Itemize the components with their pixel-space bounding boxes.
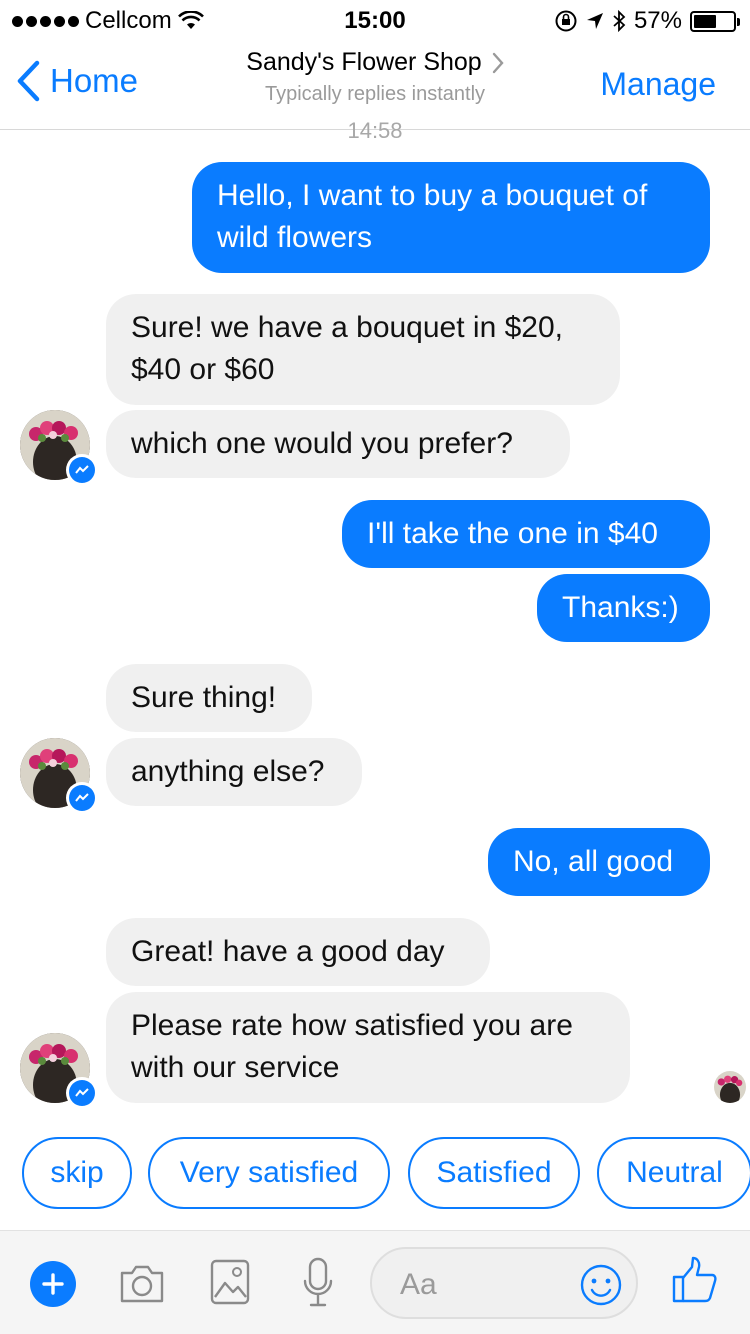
- quick-reply-very-satisfied[interactable]: Very satisfied: [148, 1137, 390, 1209]
- chevron-right-icon: [492, 52, 504, 73]
- page-title: Sandy's Flower Shop: [246, 48, 504, 77]
- manage-button[interactable]: Manage: [600, 66, 716, 103]
- battery-icon: [690, 10, 740, 32]
- message-input[interactable]: Aa: [370, 1247, 638, 1319]
- status-bar: Cellcom 15:00 57%: [0, 0, 750, 40]
- message-outgoing[interactable]: I'll take the one in $40: [342, 500, 710, 568]
- message-incoming[interactable]: Great! have a good day: [106, 918, 490, 986]
- plus-icon[interactable]: [30, 1261, 76, 1307]
- read-receipt-photo: [714, 1071, 746, 1103]
- message-incoming[interactable]: which one would you prefer?: [106, 410, 570, 478]
- quick-reply-skip[interactable]: skip: [22, 1137, 132, 1209]
- messenger-badge-icon: [66, 782, 98, 814]
- message-incoming[interactable]: Please rate how satisfied you are with o…: [106, 992, 630, 1103]
- rotation-lock-icon: [555, 10, 577, 32]
- composer-bar: Aa: [0, 1230, 750, 1334]
- message-outgoing[interactable]: Hello, I want to buy a bouquet of wild f…: [192, 162, 710, 273]
- battery-percent: 57%: [633, 7, 682, 34]
- message-incoming[interactable]: anything else?: [106, 738, 362, 806]
- message-outgoing[interactable]: Thanks:): [537, 574, 710, 642]
- message-incoming[interactable]: Sure thing!: [106, 664, 312, 732]
- status-right: 57%: [554, 7, 740, 35]
- avatar[interactable]: [20, 410, 98, 486]
- avatar[interactable]: [20, 738, 98, 814]
- messenger-badge-icon: [66, 1077, 98, 1109]
- messenger-badge-icon: [66, 454, 98, 486]
- location-arrow-icon: [586, 13, 603, 29]
- timestamp: 14:58: [347, 118, 403, 143]
- read-receipt-avatar: [714, 1071, 746, 1103]
- microphone-icon[interactable]: [302, 1257, 334, 1309]
- message-input-placeholder: Aa: [400, 1268, 437, 1301]
- image-icon[interactable]: [210, 1259, 250, 1305]
- avatar[interactable]: [20, 1033, 98, 1109]
- nav-bar: Home Sandy's Flower Shop Typically repli…: [0, 40, 750, 130]
- bluetooth-icon: [613, 9, 626, 33]
- shop-name: Sandy's Flower Shop: [246, 48, 482, 76]
- emoji-icon[interactable]: [580, 1264, 622, 1306]
- quick-replies: skip Very satisfied Satisfied Neutral: [22, 1137, 750, 1209]
- quick-reply-neutral[interactable]: Neutral: [597, 1137, 750, 1209]
- message-incoming[interactable]: Sure! we have a bouquet in $20, $40 or $…: [106, 294, 620, 405]
- message-outgoing[interactable]: No, all good: [488, 828, 710, 896]
- thumbs-up-icon[interactable]: [670, 1255, 718, 1305]
- camera-icon[interactable]: [118, 1261, 166, 1305]
- quick-reply-satisfied[interactable]: Satisfied: [408, 1137, 580, 1209]
